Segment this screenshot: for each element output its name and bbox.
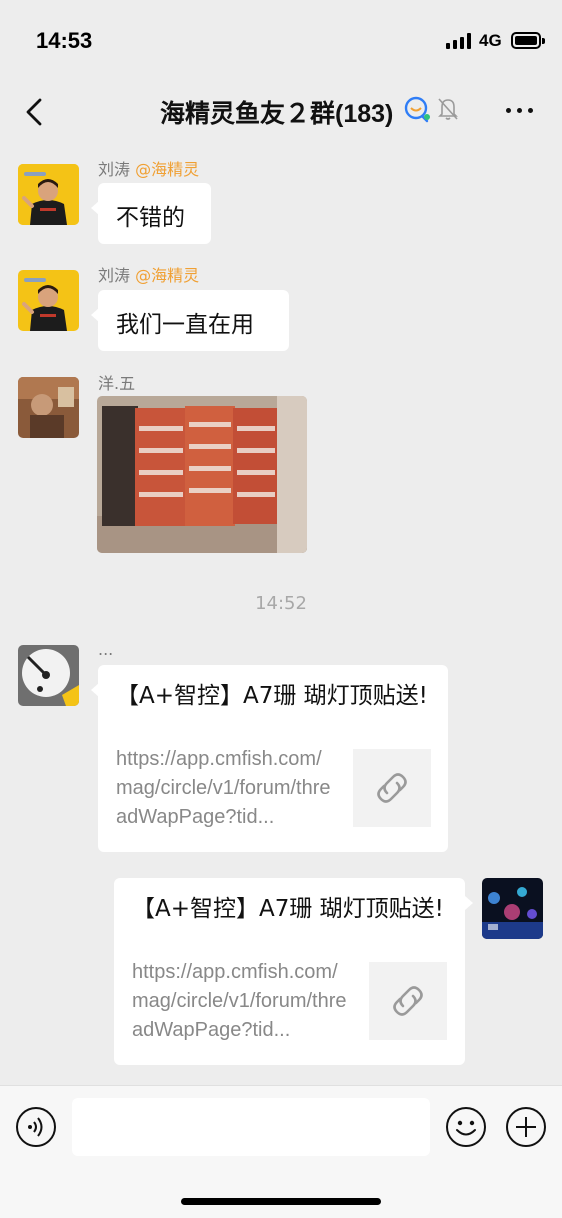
message-list[interactable]: 刘涛 @海精灵 不错的 刘涛 @海精灵 我们一直在用 洋.五 14:52 ...…: [0, 140, 562, 1085]
voice-icon[interactable]: [15, 1106, 57, 1148]
avatar[interactable]: [18, 164, 79, 225]
stacked-product-bags-photo: [97, 396, 307, 553]
clock-avatar-image: [18, 645, 79, 706]
message-bubble[interactable]: 我们一直在用: [91, 290, 289, 351]
link-thumbnail: [369, 962, 447, 1040]
link-icon: [393, 986, 423, 1016]
message-text: 我们一直在用: [116, 312, 254, 338]
time-separator: 14:52: [255, 593, 307, 614]
mention-tag: @海精灵: [135, 266, 200, 285]
message-text: 不错的: [116, 205, 185, 231]
person-avatar-image: [18, 164, 79, 225]
image-message[interactable]: [97, 396, 307, 553]
link-title: 【A+智控】A7珊 瑚灯顶贴送!: [116, 683, 428, 709]
avatar[interactable]: [18, 377, 79, 438]
muted-bell-icon: [438, 98, 458, 120]
mention-tag: @海精灵: [135, 160, 200, 179]
photo-avatar-image: [18, 377, 79, 438]
message-bubble[interactable]: 不错的: [91, 183, 211, 244]
plus-icon[interactable]: [505, 1106, 547, 1148]
sender-name: 刘涛 @海精灵: [98, 160, 200, 179]
avatar[interactable]: [482, 878, 543, 939]
battery-icon: [511, 32, 545, 49]
emoji-icon[interactable]: [445, 1106, 487, 1148]
link-thumbnail: [353, 749, 431, 827]
link-card[interactable]: 【A+智控】A7珊 瑚灯顶贴送! https://app.cmfish.com/…: [91, 665, 448, 852]
message-input[interactable]: [72, 1098, 430, 1156]
back-button[interactable]: [18, 92, 50, 132]
link-url: https://app.cmfish.com/mag/circle/v1/for…: [132, 961, 347, 1041]
signal-bars-icon: [446, 33, 472, 49]
status-time: 14:53: [36, 28, 93, 53]
status-bar: 14:53 4G: [0, 0, 562, 84]
qq-chat-icon[interactable]: [403, 95, 433, 125]
sender-name: ...: [98, 640, 114, 659]
link-url: https://app.cmfish.com/mag/circle/v1/for…: [116, 748, 331, 828]
back-chevron-icon: [26, 98, 42, 126]
aquarium-avatar-image: [482, 878, 543, 939]
avatar[interactable]: [18, 645, 79, 706]
avatar[interactable]: [18, 270, 79, 331]
network-type: 4G: [479, 31, 502, 50]
sender-name: 洋.五: [98, 374, 136, 393]
person-avatar-image: [18, 270, 79, 331]
chat-header: 海精灵鱼友２群(183): [0, 84, 562, 140]
sender-name: 刘涛 @海精灵: [98, 266, 200, 285]
home-indicator[interactable]: [181, 1198, 381, 1205]
chat-title: 海精灵鱼友２群(183): [160, 100, 394, 128]
more-options-button[interactable]: [503, 96, 537, 126]
link-card[interactable]: 【A+智控】A7珊 瑚灯顶贴送! https://app.cmfish.com/…: [114, 878, 473, 1065]
link-title: 【A+智控】A7珊 瑚灯顶贴送!: [132, 896, 444, 922]
link-icon: [377, 773, 407, 803]
more-dots-icon: [506, 108, 511, 113]
